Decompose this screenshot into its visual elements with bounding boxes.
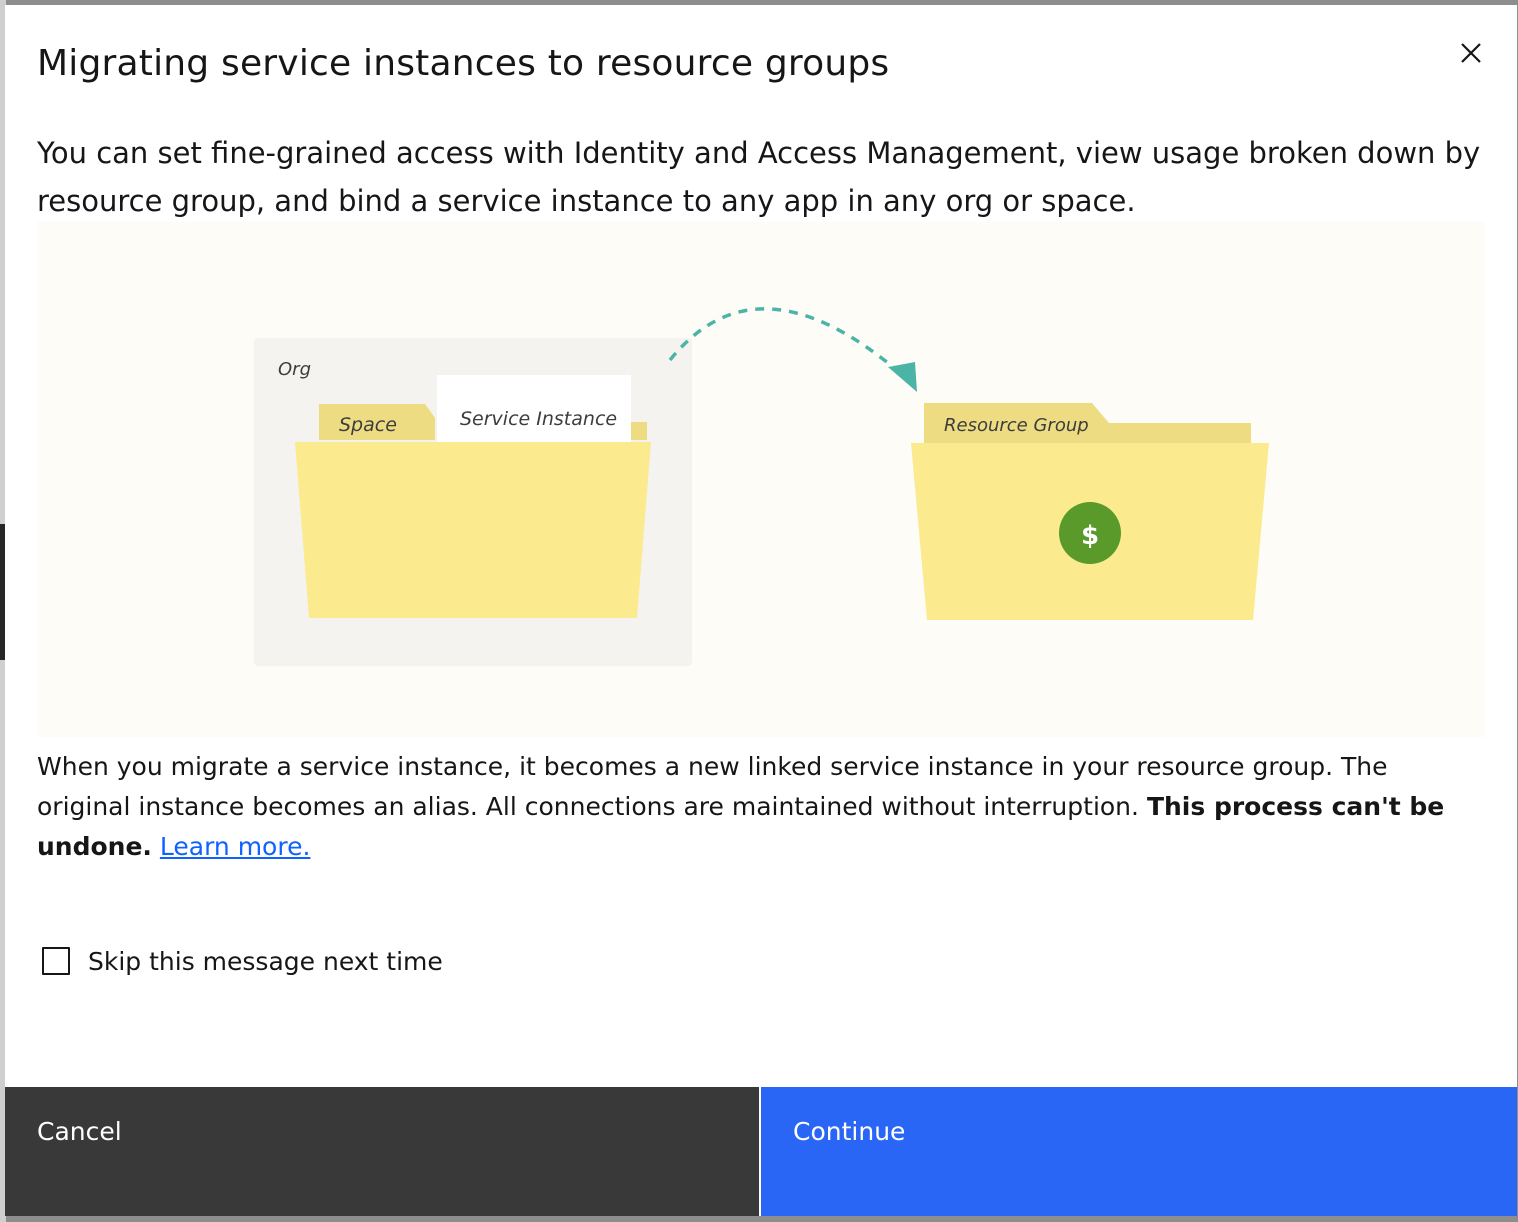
org-label: Org xyxy=(278,359,311,380)
dollar-symbol: $ xyxy=(1081,521,1099,551)
close-icon xyxy=(1461,43,1481,63)
modal-title: Migrating service instances to resource … xyxy=(37,43,890,84)
learn-more-link[interactable]: Learn more. xyxy=(160,832,311,861)
dollar-icon: $ xyxy=(1059,502,1121,564)
skip-message-checkbox[interactable] xyxy=(42,947,70,975)
migration-description: When you migrate a service instance, it … xyxy=(37,747,1477,867)
arrow-icon xyxy=(668,307,917,392)
service-instance-label: Service Instance xyxy=(460,408,617,430)
migration-modal: Migrating service instances to resource … xyxy=(5,5,1517,1216)
intro-text: You can set fine-grained access with Ide… xyxy=(37,136,1481,218)
continue-button[interactable]: Continue xyxy=(761,1087,1517,1216)
space-label: Space xyxy=(339,414,397,436)
modal-footer: Cancel Continue xyxy=(5,1087,1517,1216)
skip-message-label: Skip this message next time xyxy=(88,946,443,976)
cancel-button[interactable]: Cancel xyxy=(5,1087,759,1216)
skip-message-option[interactable]: Skip this message next time xyxy=(42,943,443,979)
resource-group-label: Resource Group xyxy=(944,415,1089,436)
close-button[interactable] xyxy=(1453,35,1489,71)
migration-illustration: Org Space Service Instance Resource Grou… xyxy=(37,222,1485,737)
